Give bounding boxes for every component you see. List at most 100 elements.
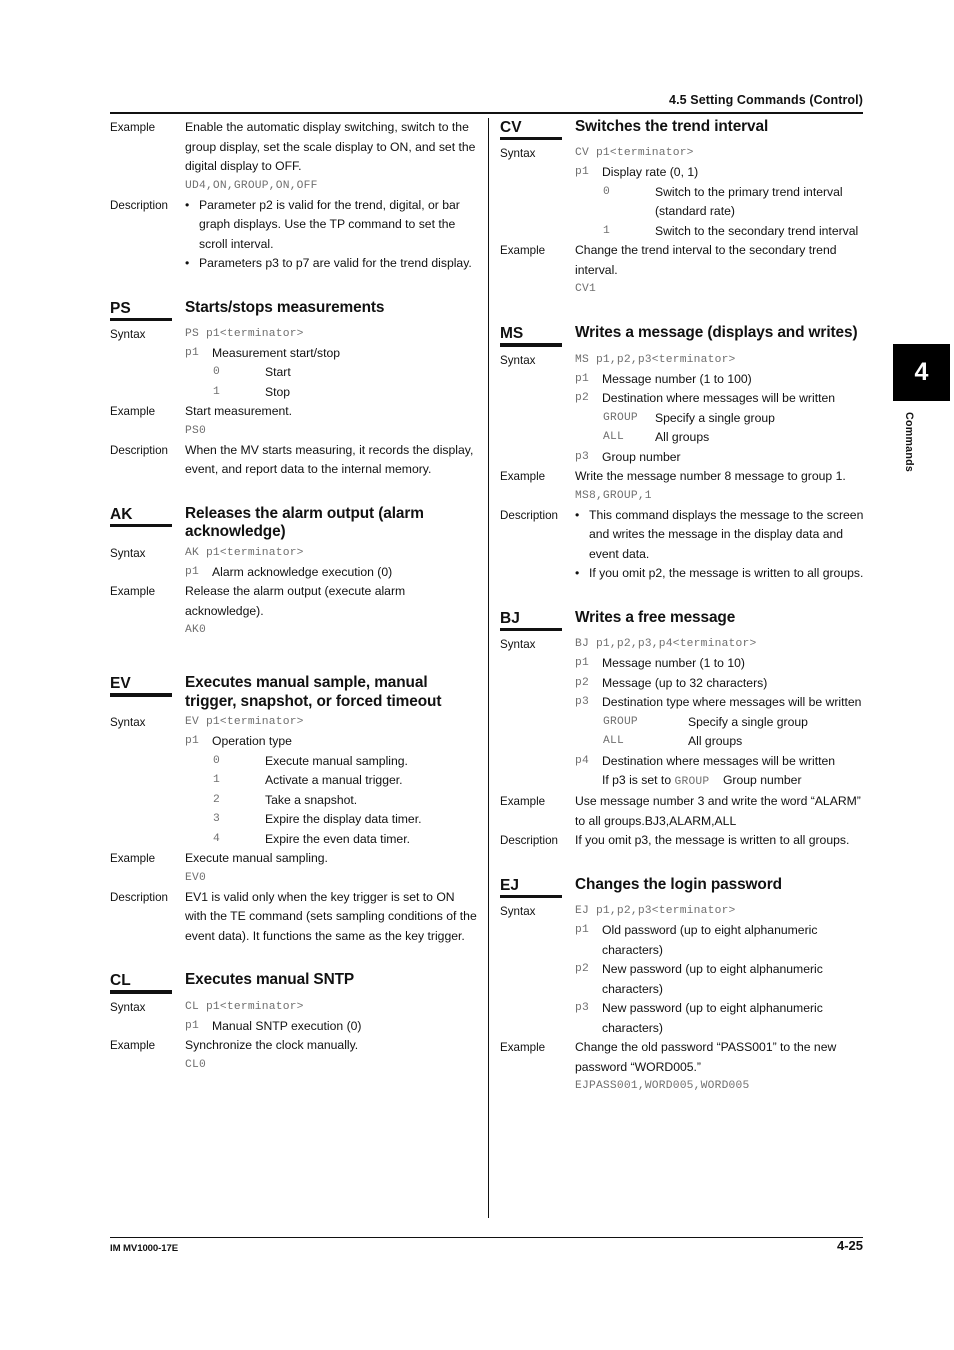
- syntax-body: AK p1<terminator> p1 Alarm acknowledge e…: [185, 544, 478, 583]
- parameter-row: p1 Message number (1 to 100): [575, 370, 868, 390]
- parameter-desc: Message number (1 to 100): [602, 371, 752, 386]
- syntax-row: Syntax CL p1<terminator> p1 Manual SNTP …: [110, 998, 478, 1037]
- syntax-body: CL p1<terminator> p1 Manual SNTP executi…: [185, 998, 478, 1037]
- bullet-text: If you omit p2, the message is written t…: [589, 566, 864, 581]
- example-row: Example Change the trend interval to the…: [500, 241, 868, 299]
- syntax-code: BJ p1,p2,p3,p4<terminator>: [575, 638, 757, 651]
- example-label: Example: [110, 1039, 156, 1053]
- syntax-body: BJ p1,p2,p3,p4<terminator> p1 Message nu…: [575, 635, 868, 792]
- command-abbr-underline: [110, 317, 172, 321]
- value-row: ALL All groups: [575, 732, 868, 752]
- parameter-desc: Display rate (0, 1): [602, 165, 699, 180]
- command-heading: BJ Writes a free message: [500, 609, 868, 633]
- parameter-desc: Destination where messages will be writt…: [602, 753, 836, 768]
- command-block-ev: EV Executes manual sample, manual trigge…: [110, 674, 478, 946]
- syntax-code: MS p1,p2,p3<terminator>: [575, 353, 736, 366]
- bullet-text: Parameter p2 is valid for the trend, dig…: [199, 197, 460, 251]
- parameter-row: p2 Destination where messages will be wr…: [575, 389, 868, 409]
- parameter-key: p2: [575, 963, 589, 976]
- value-row: 1 Switch to the secondary trend interval: [575, 222, 868, 242]
- description-text: EV1 is valid only when the key trigger i…: [185, 889, 477, 943]
- example-row: Example Execute manual sampling. EV0: [110, 849, 478, 888]
- example-code: EJPASS001,WORD005,WORD005: [575, 1080, 750, 1093]
- command-title: Writes a free message: [575, 608, 736, 626]
- example-row: Example Change the old password “PASS001…: [500, 1038, 868, 1096]
- value-desc: Switch to the primary trend interval (st…: [655, 184, 843, 219]
- example-text: Write the message number 8 message to gr…: [575, 469, 846, 484]
- bullet-text: This command displays the message to the…: [589, 507, 864, 561]
- note-code: GROUP: [674, 776, 710, 789]
- command-abbr-underline: [110, 693, 172, 697]
- syntax-row: Syntax EJ p1,p2,p3<terminator> p1 Old pa…: [500, 902, 868, 1038]
- parameter-desc: Manual SNTP execution (0): [212, 1018, 362, 1033]
- command-abbr-underline: [500, 627, 562, 632]
- value-desc: Stop: [265, 384, 291, 399]
- parameter-row: p1 Old password (up to eight alphanumeri…: [575, 921, 868, 960]
- parameter-key: p3: [575, 696, 589, 709]
- command-heading: CL Executes manual SNTP: [110, 971, 478, 995]
- syntax-label: Syntax: [500, 353, 536, 367]
- example-body: Change the old password “PASS001” to the…: [575, 1038, 868, 1096]
- parameter-key: p2: [575, 392, 589, 405]
- description-label: Description: [110, 890, 168, 904]
- command-abbr-text: EV: [110, 675, 131, 693]
- parameter-row: p3 Destination type where messages will …: [575, 693, 868, 713]
- value-key: 1: [603, 224, 610, 237]
- parameter-desc: Message (up to 32 characters): [602, 675, 768, 690]
- parameter-desc: Operation type: [212, 734, 292, 749]
- description-bullet: • Parameter p2 is valid for the trend, d…: [185, 196, 478, 255]
- description-text: When the MV starts measuring, it records…: [185, 442, 474, 477]
- value-desc: Expire the even data timer.: [265, 831, 410, 846]
- running-header-title: 4.5 Setting Commands (Control): [669, 93, 863, 107]
- syntax-label: Syntax: [110, 716, 146, 730]
- value-row: ALL All groups: [575, 428, 868, 448]
- parameter-key: p1: [575, 372, 589, 385]
- value-row: 0 Execute manual sampling.: [185, 752, 478, 772]
- example-row: Example Release the alarm output (execut…: [110, 582, 478, 640]
- example-label: Example: [110, 585, 156, 599]
- parameter-row: p3 Group number: [575, 448, 868, 468]
- description-row: Description If you omit p3, the message …: [500, 831, 868, 851]
- value-key: GROUP: [603, 411, 638, 424]
- description-bullet: • If you omit p2, the message is written…: [575, 564, 868, 584]
- example-text: Execute manual sampling.: [185, 851, 328, 866]
- example-body: Use message number 3 and write the word …: [575, 792, 868, 831]
- parameter-note: If p3 is set to GROUP Group number: [602, 771, 868, 792]
- value-row: 2 Take a snapshot.: [185, 791, 478, 811]
- example-body: Release the alarm output (execute alarm …: [185, 582, 478, 640]
- parameter-desc: Destination type where messages will be …: [602, 695, 862, 710]
- command-abbr-underline: [110, 523, 172, 528]
- description-label: Description: [110, 443, 168, 457]
- value-key: 3: [213, 813, 220, 826]
- description-row: Description When the MV starts measuring…: [110, 441, 478, 480]
- chapter-tab-number: 4: [893, 344, 950, 401]
- command-title: Starts/stops measurements: [185, 298, 385, 316]
- parameter-row: p4 Destination where messages will be wr…: [575, 752, 868, 772]
- parameter-row: p1 Manual SNTP execution (0): [185, 1017, 478, 1037]
- command-abbr-underline: [500, 137, 562, 141]
- example-label: Example: [500, 244, 546, 258]
- parameter-desc: New password (up to eight alphanumeric c…: [602, 962, 823, 996]
- note-gap: [709, 773, 723, 787]
- description-bullet: • This command displays the message to t…: [575, 506, 868, 565]
- example-label: Example: [500, 1041, 546, 1055]
- description-row: Description • This command displays the …: [500, 506, 868, 584]
- syntax-label: Syntax: [500, 147, 536, 161]
- value-key: 0: [213, 754, 220, 767]
- example-text: Enable the automatic display switching, …: [185, 120, 476, 173]
- example-label: Example: [500, 470, 546, 484]
- command-heading: MS Writes a message (displays and writes…: [500, 324, 868, 348]
- command-abbr-text: BJ: [500, 609, 520, 627]
- value-row: 1 Activate a manual trigger.: [185, 771, 478, 791]
- value-desc: All groups: [655, 430, 710, 445]
- command-title: Releases the alarm output (alarm acknowl…: [185, 504, 424, 541]
- example-label: Example: [110, 405, 156, 419]
- parameter-row: p2 New password (up to eight alphanumeri…: [575, 960, 868, 999]
- command-heading: EJ Changes the login password: [500, 876, 868, 900]
- description-row: Description • Parameter p2 is valid for …: [110, 196, 478, 274]
- syntax-code: PS p1<terminator>: [185, 327, 304, 340]
- footer-page-number: 4-25: [836, 1238, 863, 1253]
